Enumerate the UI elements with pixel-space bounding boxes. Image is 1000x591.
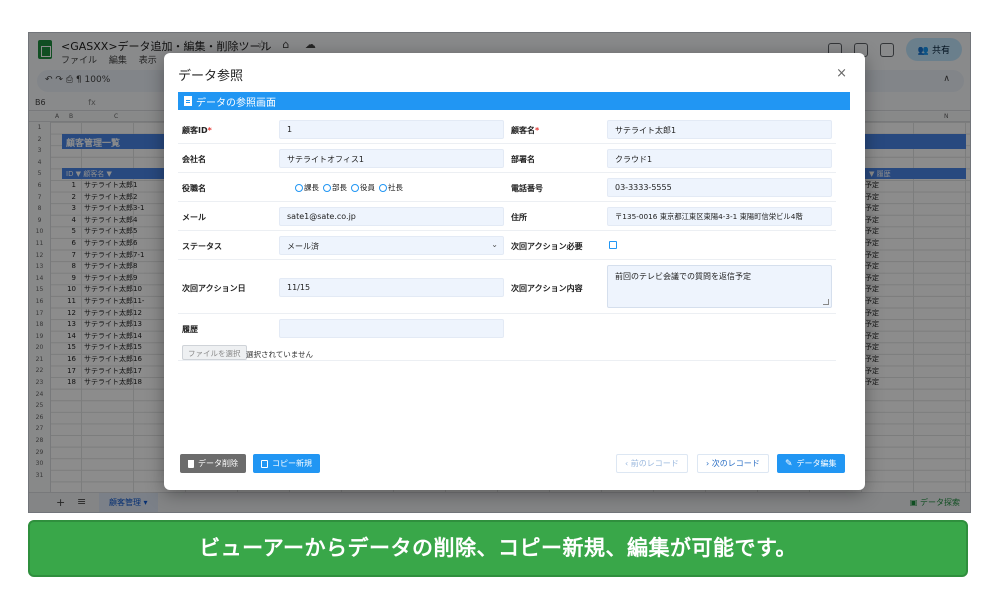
next-action-required-label: 次回アクション必要 (511, 242, 583, 251)
copy-icon (261, 459, 268, 468)
copy-new-button[interactable]: コピー新規 (253, 454, 320, 473)
chevron-down-icon: ⌄ (491, 240, 498, 249)
document-icon (184, 96, 192, 106)
status-select[interactable]: メール済 ⌄ (279, 236, 504, 255)
delete-button[interactable]: データ削除 (180, 454, 246, 473)
next-action-required-checkbox[interactable] (609, 241, 617, 249)
form-row: メール sate1@sate.co.jp 住所 〒135-0016 東京都江東区… (178, 202, 836, 231)
section-header: データの参照画面 (178, 92, 850, 110)
resize-grip-icon[interactable] (823, 299, 829, 305)
customer-name-label: 顧客名* (511, 126, 540, 135)
history-field[interactable] (279, 319, 504, 338)
next-action-content-label: 次回アクション内容 (511, 284, 583, 293)
phone-label: 電話番号 (511, 184, 543, 193)
form-row: 会社名 サテライトオフィス1 部署名 クラウド1 (178, 144, 836, 173)
department-field[interactable]: クラウド1 (607, 149, 832, 168)
next-record-button[interactable]: › 次のレコード (697, 454, 769, 473)
radio-yakuin[interactable]: 役員 (351, 182, 375, 193)
history-label: 履歴 (182, 325, 198, 334)
email-label: メール (182, 213, 206, 222)
next-action-content-textarea[interactable]: 前回のテレビ会議での質問を返信予定 (607, 265, 832, 308)
dialog-title: データ参照 (178, 69, 244, 84)
company-field[interactable]: サテライトオフィス1 (279, 149, 504, 168)
status-label: ステータス (182, 242, 222, 251)
customer-id-label: 顧客ID* (182, 126, 212, 135)
radio-bucho[interactable]: 部長 (323, 182, 347, 193)
edit-button[interactable]: ✎ データ編集 (777, 454, 845, 473)
radio-shacho[interactable]: 社長 (379, 182, 403, 193)
company-label: 会社名 (182, 155, 206, 164)
address-field[interactable]: 〒135-0016 東京都江東区東陽4-3-1 東陽町信栄ビル4階 (607, 207, 832, 226)
department-label: 部署名 (511, 155, 535, 164)
caption-banner: ビューアーからデータの削除、コピー新規、編集が可能です。 (28, 520, 968, 577)
status-selected-value: メール済 (287, 242, 319, 251)
choose-file-button[interactable]: ファイルを選択 (182, 345, 247, 360)
form-row: ステータス メール済 ⌄ 次回アクション必要 (178, 231, 836, 260)
next-action-date-label: 次回アクション日 (182, 284, 246, 293)
previous-record-button[interactable]: ‹ 前のレコード (616, 454, 688, 473)
radio-kacho[interactable]: 課長 (295, 182, 319, 193)
close-icon[interactable]: × (836, 66, 847, 81)
file-status-text: 選択されていません (246, 350, 314, 359)
form-row: 役職名 課長 部長 役員 社長 電話番号 03-3333-5555 (178, 173, 836, 202)
position-label: 役職名 (182, 184, 206, 193)
address-label: 住所 (511, 213, 527, 222)
form-row: 顧客ID* 1 顧客名* サテライト太郎1 (178, 115, 836, 144)
form-row: 次回アクション日 11/15 次回アクション内容 前回のテレビ会議での質問を返信… (178, 260, 836, 314)
pencil-icon: ✎ (785, 458, 793, 469)
phone-field[interactable]: 03-3333-5555 (607, 178, 832, 197)
customer-name-field[interactable]: サテライト太郎1 (607, 120, 832, 139)
section-title: データの参照画面 (196, 97, 276, 109)
next-action-content-text: 前回のテレビ会議での質問を返信予定 (615, 272, 751, 281)
email-field[interactable]: sate1@sate.co.jp (279, 207, 504, 226)
trash-icon (188, 459, 194, 468)
customer-id-field[interactable]: 1 (279, 120, 504, 139)
next-action-date-field[interactable]: 11/15 (279, 278, 504, 297)
position-radio-group: 課長 部長 役員 社長 (295, 182, 403, 193)
data-view-dialog: データ参照 × データの参照画面 顧客ID* 1 顧客名* サテライト太郎1 会… (164, 53, 865, 490)
